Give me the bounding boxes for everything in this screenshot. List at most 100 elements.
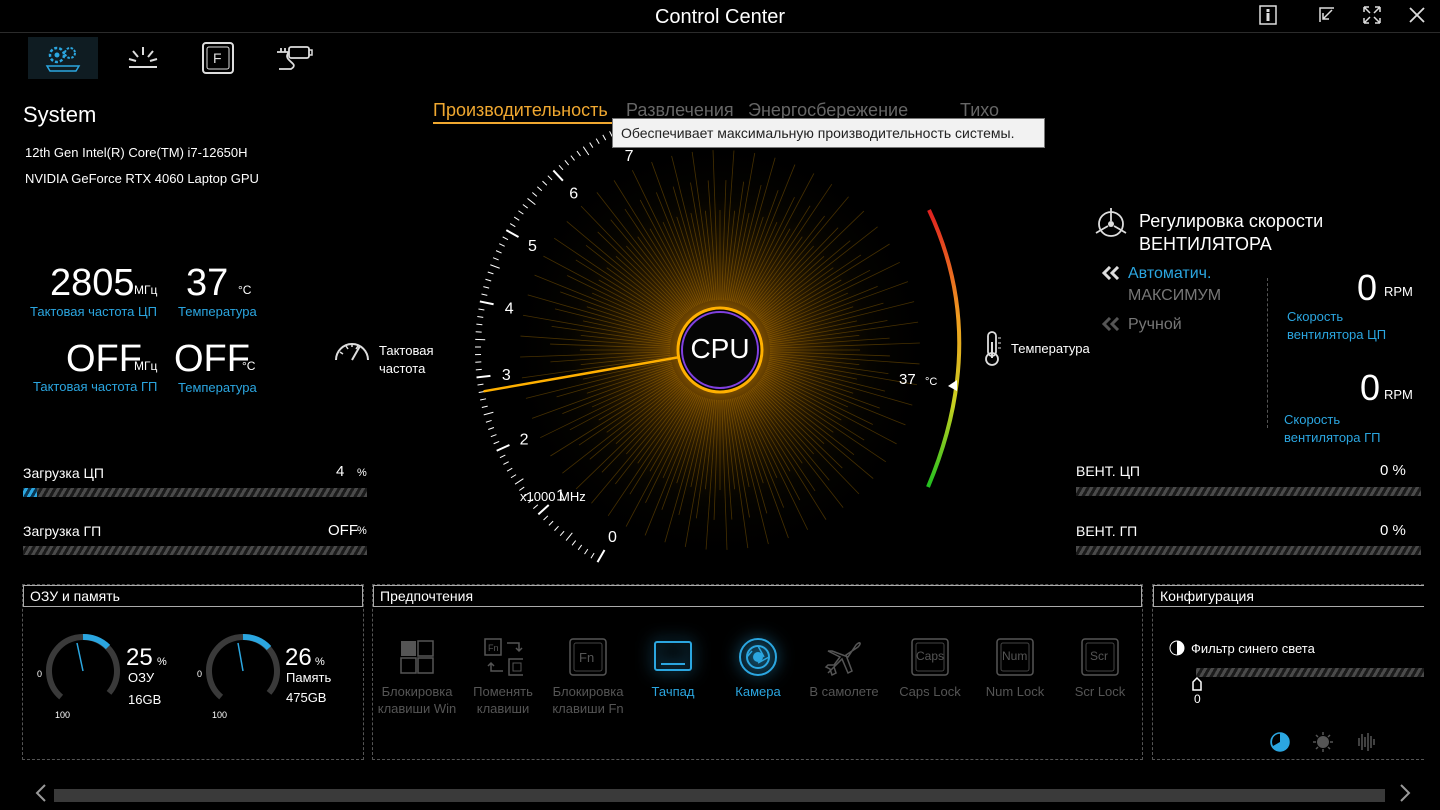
gpu-load-value: OFF [328, 522, 358, 539]
gpu-load-unit: % [357, 525, 367, 537]
color-mode-icon[interactable] [1269, 731, 1291, 758]
maximize-icon[interactable] [1361, 4, 1383, 26]
gauge-tick [485, 419, 492, 423]
gpu-fan-label-line1: Скорость [1284, 412, 1341, 427]
gauge-tick [510, 474, 517, 479]
temp-label: Температура [1011, 341, 1090, 356]
gauge-tick [532, 504, 539, 510]
fan-mode-manual[interactable]: Ручной [1128, 316, 1182, 334]
camera-toggle[interactable]: Камера [713, 637, 803, 700]
gauge-tick [531, 192, 538, 197]
gauge-tick [595, 138, 600, 145]
ram-size: 16GB [128, 692, 162, 707]
fn-key-lock-toggle[interactable]: Fn Блокировка клавиши Fn [543, 637, 633, 717]
gauge-tick-label: 4 [505, 300, 514, 317]
memory-panel-title: ОЗУ и память [23, 585, 363, 607]
gauge-tick [570, 155, 575, 161]
gauge-tick [506, 467, 513, 472]
cpu-fan-label-line2: вентилятора ЦП [1287, 327, 1387, 342]
gauge-tick [487, 271, 494, 275]
num-lock-icon: Num [995, 637, 1035, 677]
gpu-fan-bar-value: 0 % [1380, 522, 1406, 539]
gauge-tick [490, 434, 497, 438]
win-key-lock-toggle[interactable]: Блокировка клавиши Win [372, 637, 462, 717]
caps-lock-toggle[interactable]: Caps Caps Lock [885, 637, 975, 700]
gauge-tick [476, 374, 491, 379]
gauge-tick [596, 549, 606, 563]
gauge-tick [590, 552, 595, 559]
fan-divider [1267, 278, 1268, 428]
fn-key-icon: Fn [568, 637, 608, 677]
storage-percent: 26 [285, 644, 312, 671]
app-title: Control Center [654, 6, 786, 28]
gauge-tick-label: 6 [569, 185, 578, 202]
gauge-tick [480, 398, 487, 401]
gauge-tick [589, 142, 594, 148]
scroll-left-icon[interactable] [34, 783, 48, 808]
fan-mode-max[interactable]: МАКСИМУМ [1128, 287, 1221, 305]
gauge-tick [488, 427, 495, 430]
pref-label-line1: Блокировка [381, 684, 453, 699]
pref-label-line1: Поменять [473, 684, 533, 699]
scroll-right-icon[interactable] [1398, 783, 1412, 808]
gauge-tick [548, 520, 554, 526]
cpu-fan-rpm-value: 0 [1357, 267, 1378, 308]
cpu-clock-unit: МГц [134, 283, 158, 297]
scroll-lock-toggle[interactable]: Scr Scr Lock [1055, 637, 1145, 700]
gpu-fan-bar-label: ВЕНТ. ГП [1076, 523, 1138, 539]
swap-keys-icon: Fn [483, 637, 523, 677]
gauge-tick [499, 454, 506, 459]
tab-performance-underline [433, 122, 613, 124]
gpu-load-label: Загрузка ГП [23, 523, 102, 539]
gauge-tick [483, 411, 494, 416]
pref-label-line1: Камера [735, 684, 781, 699]
scroll-lock-glyph: Scr [1090, 649, 1108, 663]
storage-dial-min: 0 [197, 669, 203, 679]
nav-system-icon[interactable] [28, 37, 98, 79]
info-icon[interactable] [1257, 4, 1279, 26]
fan-mode-auto[interactable]: Автоматич. [1128, 265, 1211, 283]
pref-label-line1: Тачпад [651, 684, 695, 699]
svg-text:F: F [213, 50, 222, 66]
storage-dial-max: 100 [212, 710, 228, 720]
nav-lighting-icon[interactable] [108, 37, 178, 79]
gpu-fan-bar [1076, 546, 1421, 555]
gauge-tick [576, 150, 581, 157]
cpu-temp-value: 37 [186, 262, 229, 304]
gpu-clock-value: OFF [66, 338, 142, 380]
cpu-clock-value: 2805 [50, 262, 135, 304]
swap-keys-toggle[interactable]: Fn Поменять клавиши [458, 637, 548, 717]
gauge-tick [481, 405, 488, 408]
nav-function-key-icon[interactable]: F [183, 37, 253, 79]
nav-battery-plug-icon[interactable] [258, 37, 328, 79]
mode-tooltip: Обеспечивает максимальную производительн… [612, 118, 1045, 148]
gauge-tick [492, 257, 499, 261]
num-lock-glyph: Num [1002, 649, 1027, 663]
gauge-tick-label: 0 [608, 529, 617, 546]
brightness-icon[interactable] [1312, 731, 1334, 758]
gauge-tick [558, 164, 564, 171]
pref-label-line1: Caps Lock [899, 684, 961, 699]
cpu-fan-bar [1076, 487, 1421, 496]
tab-performance[interactable]: Производительность [433, 100, 608, 121]
audio-wave-icon[interactable] [1354, 731, 1378, 758]
ram-dial [46, 634, 120, 708]
gpu-temp-unit: °C [242, 359, 256, 373]
airplane-mode-toggle[interactable]: В самолете [799, 637, 889, 700]
thermometer-icon [980, 328, 1004, 373]
horizontal-scrollbar[interactable] [54, 789, 1385, 802]
gauge-tick [481, 293, 488, 296]
close-icon[interactable] [1406, 4, 1428, 26]
minimize-icon[interactable] [1316, 4, 1338, 26]
gauge-tick [505, 229, 520, 238]
touchpad-toggle[interactable]: Тачпад [628, 637, 718, 700]
gauge-tick [584, 548, 589, 555]
pref-label-line1: Блокировка [552, 684, 624, 699]
pref-label-line2: клавиши [476, 701, 530, 716]
blue-light-value: 0 [1194, 692, 1201, 706]
gauge-tick [565, 532, 573, 541]
windows-icon [397, 637, 437, 677]
blue-light-slider[interactable] [1196, 668, 1424, 677]
num-lock-toggle[interactable]: Num Num Lock [970, 637, 1060, 700]
gpu-fan-label-line2: вентилятора ГП [1284, 430, 1381, 445]
